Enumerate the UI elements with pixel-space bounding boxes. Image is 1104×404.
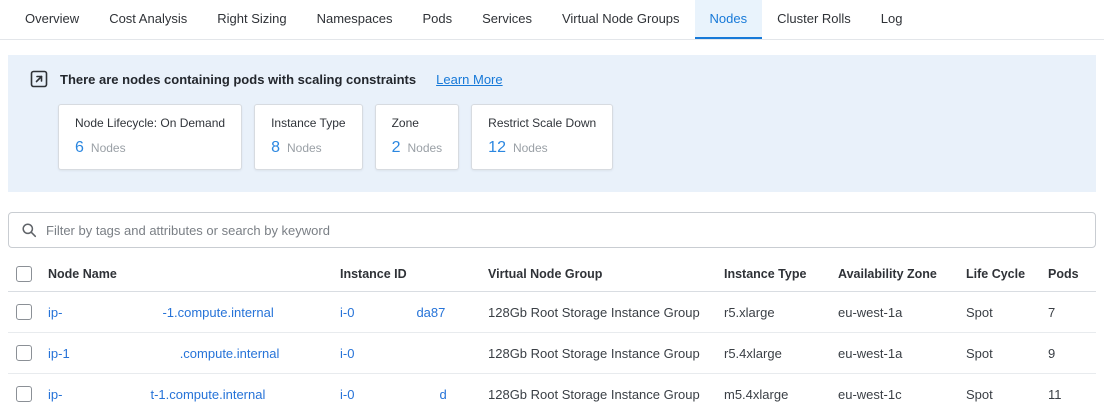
instance-id-link[interactable]: i-0 bbox=[340, 387, 354, 402]
cluster-tab-bar: Overview Cost Analysis Right Sizing Name… bbox=[0, 0, 1104, 40]
tab-namespaces[interactable]: Namespaces bbox=[302, 0, 408, 39]
tab-overview[interactable]: Overview bbox=[10, 0, 94, 39]
instance-id-link[interactable]: i-0 bbox=[340, 305, 354, 320]
tab-cluster-rolls[interactable]: Cluster Rolls bbox=[762, 0, 866, 39]
pods-cell: 9 bbox=[1048, 346, 1096, 361]
learn-more-link[interactable]: Learn More bbox=[436, 72, 502, 87]
card-title: Node Lifecycle: On Demand bbox=[75, 116, 225, 130]
availability-zone-cell: eu-west-1c bbox=[838, 387, 966, 402]
card-node-lifecycle[interactable]: Node Lifecycle: On Demand 6 Nodes bbox=[58, 104, 242, 170]
table-row: ip-t-1.compute.internal i-0 d 128Gb Root … bbox=[8, 374, 1096, 404]
life-cycle-cell: Spot bbox=[966, 346, 1048, 361]
select-all-checkbox[interactable] bbox=[16, 266, 32, 282]
card-count: 2 bbox=[392, 139, 401, 157]
header-instance-id: Instance ID bbox=[340, 267, 488, 281]
node-name-link[interactable]: -1.compute.internal bbox=[162, 305, 273, 320]
vng-cell: 128Gb Root Storage Instance Group bbox=[488, 305, 724, 320]
node-name-link[interactable]: ip- bbox=[48, 387, 62, 402]
tab-services[interactable]: Services bbox=[467, 0, 547, 39]
availability-zone-cell: eu-west-1a bbox=[838, 305, 966, 320]
redacted-text bbox=[70, 357, 180, 358]
table-row: ip- -1.compute.internal i-0 da87 128Gb Roo… bbox=[8, 292, 1096, 333]
tab-virtual-node-groups[interactable]: Virtual Node Groups bbox=[547, 0, 695, 39]
card-count: 12 bbox=[488, 139, 506, 157]
redacted-text bbox=[354, 357, 384, 358]
redacted-text bbox=[62, 398, 150, 399]
constraint-cards: Node Lifecycle: On Demand 6 Nodes Instan… bbox=[58, 104, 1080, 170]
table-row: ip-1 .compute.internal i-0 128Gb Root Sto… bbox=[8, 333, 1096, 374]
card-unit: Nodes bbox=[407, 141, 442, 155]
header-availability-zone: Availability Zone bbox=[838, 267, 966, 281]
card-instance-type[interactable]: Instance Type 8 Nodes bbox=[254, 104, 363, 170]
search-input[interactable] bbox=[46, 223, 1083, 238]
card-count: 6 bbox=[75, 139, 84, 157]
redacted-text bbox=[354, 316, 416, 317]
tab-nodes[interactable]: Nodes bbox=[695, 0, 763, 39]
card-unit: Nodes bbox=[287, 141, 322, 155]
instance-type-cell: r5.xlarge bbox=[724, 305, 838, 320]
card-title: Restrict Scale Down bbox=[488, 116, 596, 130]
row-checkbox[interactable] bbox=[16, 345, 32, 361]
node-name-link[interactable]: ip- bbox=[48, 305, 62, 320]
tab-log[interactable]: Log bbox=[866, 0, 918, 39]
card-restrict-scale-down[interactable]: Restrict Scale Down 12 Nodes bbox=[471, 104, 613, 170]
scaling-constraints-banner: There are nodes containing pods with sca… bbox=[8, 55, 1096, 192]
instance-type-cell: m5.4xlarge bbox=[724, 387, 838, 402]
vng-cell: 128Gb Root Storage Instance Group bbox=[488, 346, 724, 361]
row-checkbox[interactable] bbox=[16, 386, 32, 402]
instance-id-link[interactable]: da87 bbox=[416, 305, 445, 320]
header-virtual-node-group: Virtual Node Group bbox=[488, 267, 724, 281]
tab-pods[interactable]: Pods bbox=[407, 0, 467, 39]
instance-id-link[interactable]: i-0 bbox=[340, 346, 354, 361]
card-zone[interactable]: Zone 2 Nodes bbox=[375, 104, 460, 170]
tab-cost-analysis[interactable]: Cost Analysis bbox=[94, 0, 202, 39]
banner-message: There are nodes containing pods with sca… bbox=[60, 72, 416, 87]
node-name-link[interactable]: t-1.compute.internal bbox=[150, 387, 265, 402]
scaling-constraint-icon bbox=[30, 70, 48, 88]
header-node-name: Node Name bbox=[48, 267, 340, 281]
filter-bar bbox=[8, 212, 1096, 248]
nodes-table: Node Name Instance ID Virtual Node Group… bbox=[8, 256, 1096, 404]
instance-type-cell: r5.4xlarge bbox=[724, 346, 838, 361]
pods-cell: 11 bbox=[1048, 387, 1096, 402]
card-unit: Nodes bbox=[513, 141, 548, 155]
life-cycle-cell: Spot bbox=[966, 387, 1048, 402]
card-title: Instance Type bbox=[271, 116, 346, 130]
redacted-text bbox=[354, 398, 439, 399]
header-pods: Pods bbox=[1048, 267, 1096, 281]
header-instance-type: Instance Type bbox=[724, 267, 838, 281]
node-name-link[interactable]: ip-1 bbox=[48, 346, 70, 361]
card-title: Zone bbox=[392, 116, 443, 130]
life-cycle-cell: Spot bbox=[966, 305, 1048, 320]
pods-cell: 7 bbox=[1048, 305, 1096, 320]
table-header-row: Node Name Instance ID Virtual Node Group… bbox=[8, 256, 1096, 292]
instance-id-link[interactable]: d bbox=[439, 387, 446, 402]
redacted-text bbox=[62, 316, 162, 317]
node-name-link[interactable]: .compute.internal bbox=[180, 346, 280, 361]
header-life-cycle: Life Cycle bbox=[966, 267, 1048, 281]
tab-right-sizing[interactable]: Right Sizing bbox=[202, 0, 301, 39]
search-icon bbox=[21, 222, 37, 238]
vng-cell: 128Gb Root Storage Instance Group bbox=[488, 387, 724, 402]
card-unit: Nodes bbox=[91, 141, 126, 155]
card-count: 8 bbox=[271, 139, 280, 157]
row-checkbox[interactable] bbox=[16, 304, 32, 320]
availability-zone-cell: eu-west-1a bbox=[838, 346, 966, 361]
